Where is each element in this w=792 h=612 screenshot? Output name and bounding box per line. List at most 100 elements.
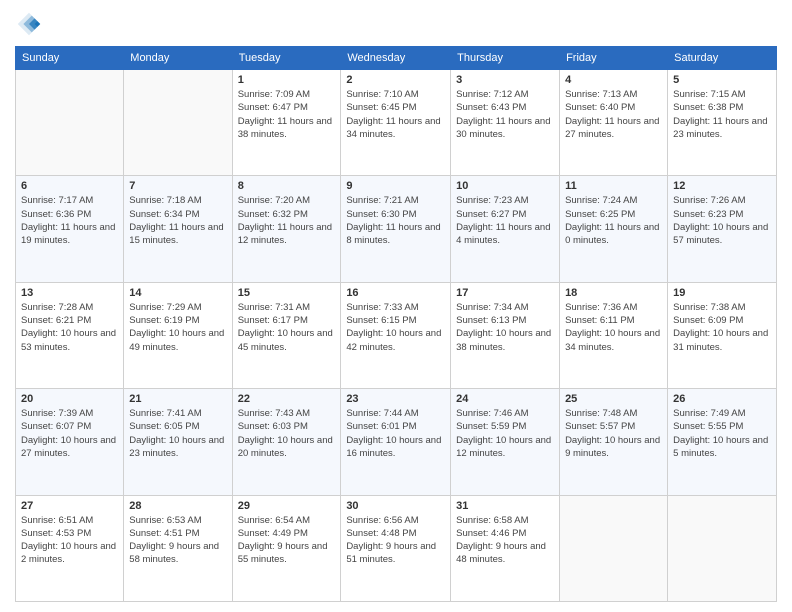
calendar-day-cell: 5 Sunrise: 7:15 AM Sunset: 6:38 PM Daylig… [668,70,777,176]
day-detail: Sunrise: 6:56 AM Sunset: 4:48 PM Dayligh… [346,514,445,567]
day-number: 20 [21,393,118,405]
calendar-day-cell: 4 Sunrise: 7:13 AM Sunset: 6:40 PM Daylig… [560,70,668,176]
calendar-day-cell: 8Sunrise: 7:20 AM Sunset: 6:32 PM Daylig… [232,176,341,282]
day-detail: Sunrise: 7:24 AM Sunset: 6:25 PM Dayligh… [565,194,662,247]
calendar-day-cell: 9 Sunrise: 7:21 AM Sunset: 6:30 PM Daylig… [341,176,451,282]
weekday-header: Friday [560,47,668,70]
calendar-day-cell: 23 Sunrise: 7:44 AM Sunset: 6:01 PM Dayli… [341,389,451,495]
calendar-day-cell [16,70,124,176]
day-number: 26 [673,393,771,405]
header [15,10,777,38]
day-detail: Sunrise: 7:13 AM Sunset: 6:40 PM Dayligh… [565,88,662,141]
day-number: 2 [346,74,445,86]
calendar-day-cell: 12 Sunrise: 7:26 AM Sunset: 6:23 PM Dayli… [668,176,777,282]
day-detail: Sunrise: 7:10 AM Sunset: 6:45 PM Dayligh… [346,88,445,141]
calendar-week-row: 20 Sunrise: 7:39 AM Sunset: 6:07 PM Dayli… [16,389,777,495]
day-number: 3 [456,74,554,86]
day-number: 22 [238,393,336,405]
day-number: 16 [346,287,445,299]
day-number: 23 [346,393,445,405]
day-detail: Sunrise: 7:15 AM Sunset: 6:38 PM Dayligh… [673,88,771,141]
calendar-day-cell: 25Sunrise: 7:48 AM Sunset: 5:57 PM Dayli… [560,389,668,495]
logo [15,10,47,38]
calendar-day-cell: 21 Sunrise: 7:41 AM Sunset: 6:05 PM Dayli… [124,389,232,495]
day-detail: Sunrise: 7:39 AM Sunset: 6:07 PM Dayligh… [21,407,118,460]
day-detail: Sunrise: 7:17 AM Sunset: 6:36 PM Dayligh… [21,194,118,247]
calendar-day-cell: 31Sunrise: 6:58 AM Sunset: 4:46 PM Dayli… [451,495,560,601]
day-detail: Sunrise: 7:36 AM Sunset: 6:11 PM Dayligh… [565,301,662,354]
day-detail: Sunrise: 7:26 AM Sunset: 6:23 PM Dayligh… [673,194,771,247]
day-detail: Sunrise: 7:49 AM Sunset: 5:55 PM Dayligh… [673,407,771,460]
calendar-day-cell: 7 Sunrise: 7:18 AM Sunset: 6:34 PM Daylig… [124,176,232,282]
calendar-day-cell: 6 Sunrise: 7:17 AM Sunset: 6:36 PM Daylig… [16,176,124,282]
day-number: 19 [673,287,771,299]
calendar-header-row: SundayMondayTuesdayWednesdayThursdayFrid… [16,47,777,70]
calendar-day-cell: 18 Sunrise: 7:36 AM Sunset: 6:11 PM Dayli… [560,282,668,388]
day-detail: Sunrise: 7:18 AM Sunset: 6:34 PM Dayligh… [129,194,226,247]
day-detail: Sunrise: 7:41 AM Sunset: 6:05 PM Dayligh… [129,407,226,460]
day-number: 29 [238,500,336,512]
day-detail: Sunrise: 7:28 AM Sunset: 6:21 PM Dayligh… [21,301,118,354]
calendar-week-row: 27 Sunrise: 6:51 AM Sunset: 4:53 PM Dayli… [16,495,777,601]
calendar-day-cell: 29 Sunrise: 6:54 AM Sunset: 4:49 PM Dayli… [232,495,341,601]
calendar-day-cell: 28Sunrise: 6:53 AM Sunset: 4:51 PM Dayli… [124,495,232,601]
day-detail: Sunrise: 7:09 AM Sunset: 6:47 PM Dayligh… [238,88,336,141]
page: SundayMondayTuesdayWednesdayThursdayFrid… [0,0,792,612]
calendar-day-cell: 13Sunrise: 7:28 AM Sunset: 6:21 PM Dayli… [16,282,124,388]
day-detail: Sunrise: 7:31 AM Sunset: 6:17 PM Dayligh… [238,301,336,354]
calendar-day-cell: 16 Sunrise: 7:33 AM Sunset: 6:15 PM Dayli… [341,282,451,388]
day-detail: Sunrise: 6:53 AM Sunset: 4:51 PM Dayligh… [129,514,226,567]
weekday-header: Saturday [668,47,777,70]
calendar-day-cell: 17 Sunrise: 7:34 AM Sunset: 6:13 PM Dayli… [451,282,560,388]
calendar-day-cell: 11 Sunrise: 7:24 AM Sunset: 6:25 PM Dayli… [560,176,668,282]
day-detail: Sunrise: 6:51 AM Sunset: 4:53 PM Dayligh… [21,514,118,567]
calendar-day-cell: 14Sunrise: 7:29 AM Sunset: 6:19 PM Dayli… [124,282,232,388]
calendar-day-cell: 1 Sunrise: 7:09 AM Sunset: 6:47 PM Daylig… [232,70,341,176]
calendar-day-cell [560,495,668,601]
logo-icon [15,10,43,38]
calendar-day-cell: 22 Sunrise: 7:43 AM Sunset: 6:03 PM Dayli… [232,389,341,495]
day-number: 10 [456,180,554,192]
day-number: 7 [129,180,226,192]
day-number: 21 [129,393,226,405]
day-number: 11 [565,180,662,192]
day-number: 4 [565,74,662,86]
calendar-week-row: 1 Sunrise: 7:09 AM Sunset: 6:47 PM Daylig… [16,70,777,176]
weekday-header: Wednesday [341,47,451,70]
calendar-day-cell: 20 Sunrise: 7:39 AM Sunset: 6:07 PM Dayli… [16,389,124,495]
day-number: 9 [346,180,445,192]
day-number: 17 [456,287,554,299]
day-detail: Sunrise: 7:44 AM Sunset: 6:01 PM Dayligh… [346,407,445,460]
day-detail: Sunrise: 7:34 AM Sunset: 6:13 PM Dayligh… [456,301,554,354]
day-number: 27 [21,500,118,512]
day-detail: Sunrise: 7:33 AM Sunset: 6:15 PM Dayligh… [346,301,445,354]
day-detail: Sunrise: 7:46 AM Sunset: 5:59 PM Dayligh… [456,407,554,460]
day-number: 8 [238,180,336,192]
calendar-day-cell: 3 Sunrise: 7:12 AM Sunset: 6:43 PM Daylig… [451,70,560,176]
calendar-day-cell: 15Sunrise: 7:31 AM Sunset: 6:17 PM Dayli… [232,282,341,388]
day-number: 18 [565,287,662,299]
day-number: 5 [673,74,771,86]
day-detail: Sunrise: 7:12 AM Sunset: 6:43 PM Dayligh… [456,88,554,141]
calendar-day-cell: 30 Sunrise: 6:56 AM Sunset: 4:48 PM Dayli… [341,495,451,601]
day-detail: Sunrise: 7:21 AM Sunset: 6:30 PM Dayligh… [346,194,445,247]
day-number: 30 [346,500,445,512]
day-number: 31 [456,500,554,512]
calendar-day-cell [668,495,777,601]
calendar-day-cell: 10Sunrise: 7:23 AM Sunset: 6:27 PM Dayli… [451,176,560,282]
day-number: 14 [129,287,226,299]
day-detail: Sunrise: 7:43 AM Sunset: 6:03 PM Dayligh… [238,407,336,460]
calendar-day-cell: 24Sunrise: 7:46 AM Sunset: 5:59 PM Dayli… [451,389,560,495]
calendar-table: SundayMondayTuesdayWednesdayThursdayFrid… [15,46,777,602]
calendar-day-cell: 26 Sunrise: 7:49 AM Sunset: 5:55 PM Dayli… [668,389,777,495]
calendar-day-cell [124,70,232,176]
weekday-header: Tuesday [232,47,341,70]
calendar-week-row: 13Sunrise: 7:28 AM Sunset: 6:21 PM Dayli… [16,282,777,388]
day-number: 1 [238,74,336,86]
day-number: 25 [565,393,662,405]
day-number: 6 [21,180,118,192]
day-number: 12 [673,180,771,192]
calendar-day-cell: 27 Sunrise: 6:51 AM Sunset: 4:53 PM Dayli… [16,495,124,601]
weekday-header: Monday [124,47,232,70]
day-detail: Sunrise: 6:54 AM Sunset: 4:49 PM Dayligh… [238,514,336,567]
